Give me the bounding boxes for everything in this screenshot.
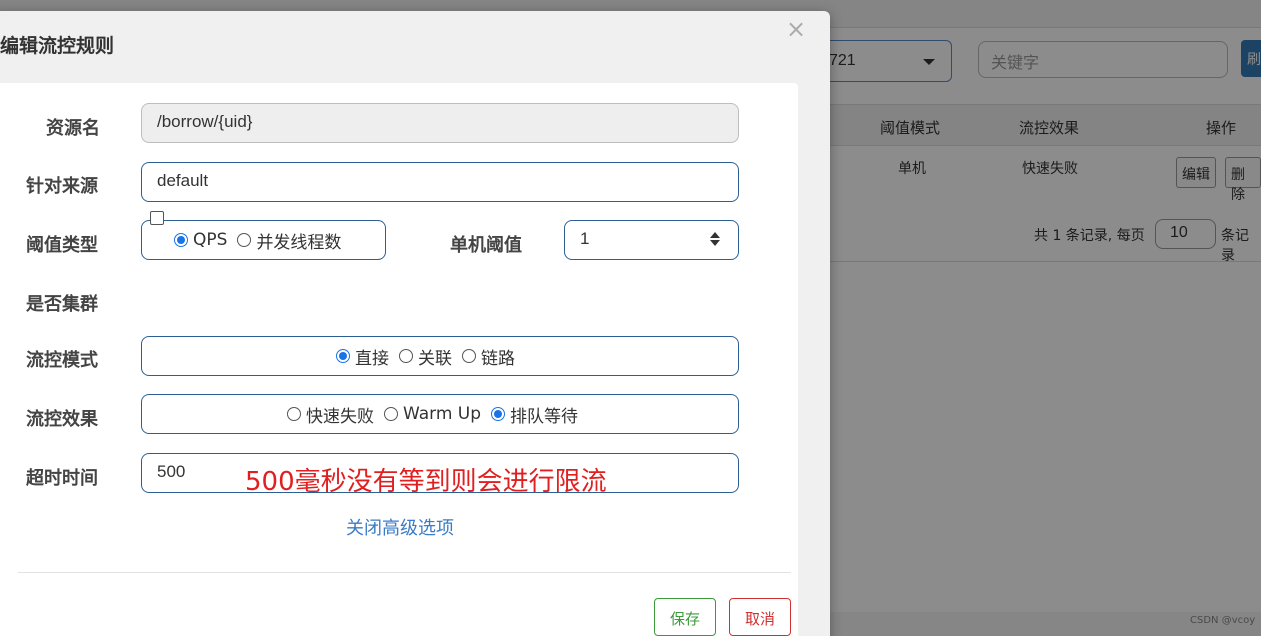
strategy-radio-group: 直接 关联 链路	[141, 336, 739, 376]
behavior-option-fast-fail[interactable]: 快速失败	[287, 402, 374, 427]
behavior-option-warm-up[interactable]: Warm Up	[384, 404, 481, 424]
behavior-option-label: 排队等待	[510, 406, 579, 427]
radio-checked-icon	[336, 349, 350, 363]
cluster-checkbox[interactable]	[150, 211, 164, 225]
strategy-option-direct[interactable]: 直接	[336, 344, 389, 369]
behavior-option-queue[interactable]: 排队等待	[491, 402, 578, 427]
radio-icon	[384, 407, 398, 421]
radio-icon	[462, 349, 476, 363]
grade-option-qps[interactable]: QPS	[174, 230, 227, 250]
strategy-label: 流控模式	[26, 350, 98, 371]
radio-checked-icon	[174, 233, 188, 247]
save-button[interactable]: 保存	[654, 598, 716, 636]
strategy-option-label: 链路	[481, 348, 515, 369]
grade-option-label: QPS	[193, 230, 228, 250]
grade-radio-group: QPS 并发线程数	[141, 220, 386, 260]
strategy-option-relate[interactable]: 关联	[399, 344, 452, 369]
limit-app-value: default	[157, 171, 209, 190]
stepper-icon[interactable]	[710, 232, 720, 248]
strategy-option-label: 关联	[418, 348, 452, 369]
resource-name-label: 资源名	[46, 118, 100, 139]
radio-icon	[237, 233, 252, 247]
red-annotation: 500毫秒没有等到则会进行限流	[245, 467, 607, 497]
resource-name-value: /borrow/{uid}	[157, 112, 253, 131]
limit-app-label: 针对来源	[26, 176, 98, 197]
radio-icon	[399, 349, 413, 363]
timeout-label: 超时时间	[26, 468, 98, 489]
limit-app-input[interactable]: default	[141, 162, 739, 202]
cancel-button[interactable]: 取消	[729, 598, 791, 636]
timeout-value: 500	[157, 462, 186, 481]
control-behavior-radio-group: 快速失败 Warm Up 排队等待	[141, 394, 739, 434]
footer-divider	[18, 572, 791, 573]
grade-option-threads[interactable]: 并发线程数	[237, 228, 341, 253]
cluster-label: 是否集群	[26, 294, 98, 315]
radio-icon	[287, 407, 301, 421]
grade-label: 阈值类型	[26, 235, 98, 256]
toggle-advanced-link[interactable]: 关闭高级选项	[346, 514, 454, 540]
radio-checked-icon	[491, 407, 506, 421]
count-label: 单机阈值	[450, 235, 522, 256]
dialog-title: 编辑流控规则	[0, 35, 115, 57]
close-icon[interactable]: ×	[786, 17, 806, 41]
count-value: 1	[580, 229, 590, 248]
grade-option-label: 并发线程数	[256, 232, 342, 253]
strategy-option-label: 直接	[355, 348, 389, 369]
strategy-option-chain[interactable]: 链路	[462, 344, 515, 369]
behavior-option-label: Warm Up	[403, 404, 482, 424]
behavior-option-label: 快速失败	[306, 406, 374, 427]
control-behavior-label: 流控效果	[26, 409, 98, 430]
count-input[interactable]: 1	[564, 220, 739, 260]
resource-name-field: /borrow/{uid}	[141, 103, 739, 143]
